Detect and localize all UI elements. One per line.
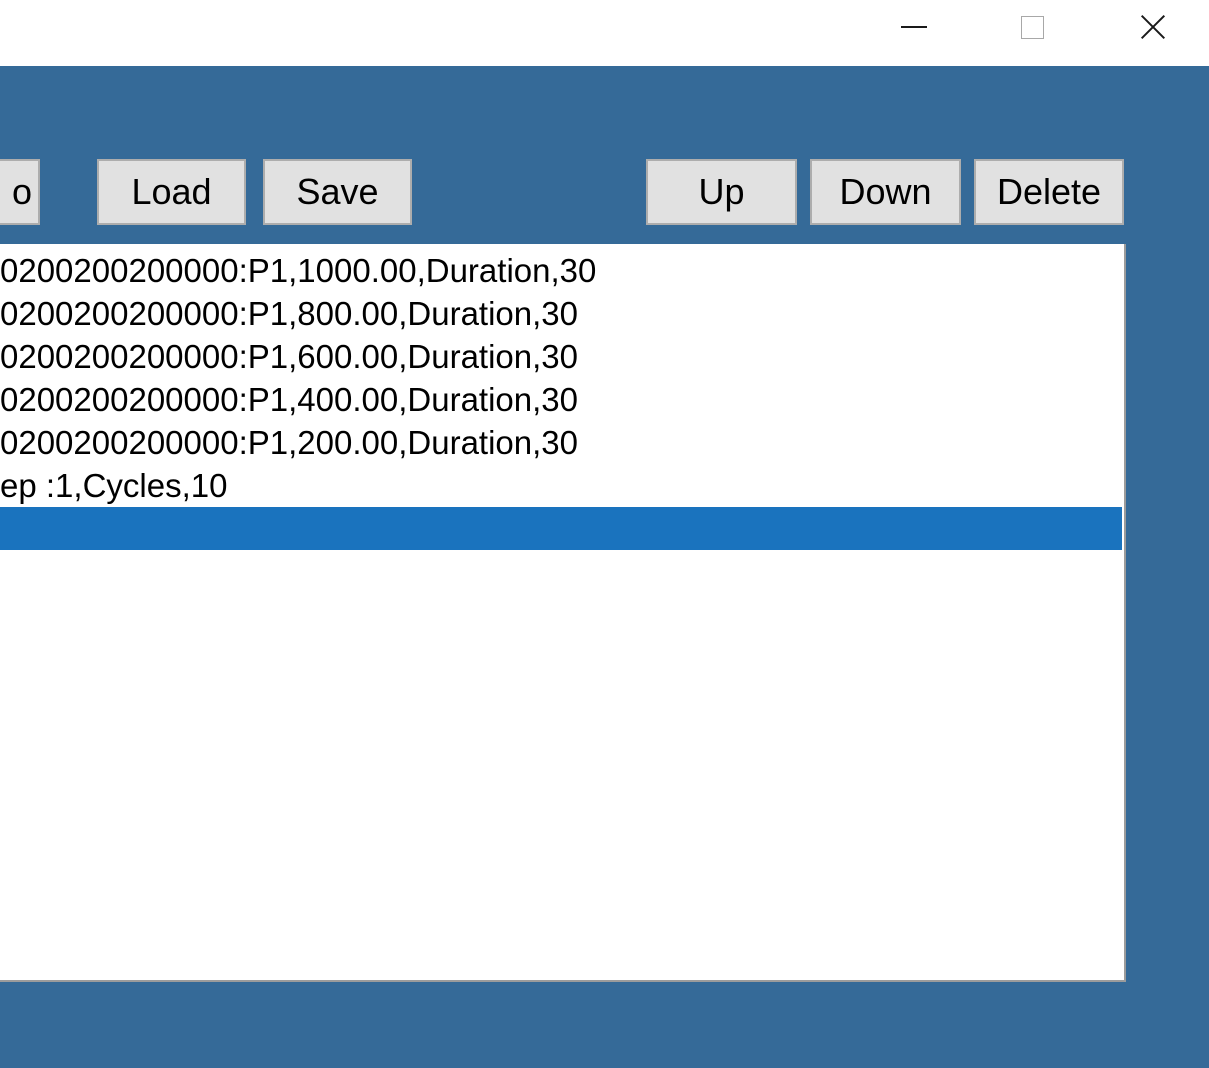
list-item[interactable]: 0200200200000:P1,1000.00,Duration,30 (0, 249, 1122, 292)
up-button[interactable]: Up (646, 159, 797, 225)
list-item-selected[interactable] (0, 507, 1122, 550)
main-panel: o Load Save Up Down Delete 0200200200000… (0, 66, 1209, 1068)
minimize-icon (901, 26, 927, 28)
sequence-listbox[interactable]: 0200200200000:P1,1000.00,Duration,30 020… (0, 244, 1126, 982)
save-button[interactable]: Save (263, 159, 412, 225)
partial-button[interactable]: o (0, 159, 40, 225)
list-item[interactable]: 0200200200000:P1,600.00,Duration,30 (0, 335, 1122, 378)
maximize-icon (1020, 15, 1044, 39)
maximize-button[interactable] (972, 0, 1092, 54)
close-icon (1139, 13, 1167, 41)
delete-button[interactable]: Delete (974, 159, 1124, 225)
minimize-button[interactable] (854, 0, 974, 54)
load-button[interactable]: Load (97, 159, 246, 225)
down-button[interactable]: Down (810, 159, 961, 225)
list-item[interactable]: ep :1,Cycles,10 (0, 464, 1122, 507)
list-item[interactable]: 0200200200000:P1,800.00,Duration,30 (0, 292, 1122, 335)
close-button[interactable] (1093, 0, 1209, 54)
list-item[interactable]: 0200200200000:P1,400.00,Duration,30 (0, 378, 1122, 421)
list-item[interactable]: 0200200200000:P1,200.00,Duration,30 (0, 421, 1122, 464)
title-bar (0, 0, 1209, 66)
